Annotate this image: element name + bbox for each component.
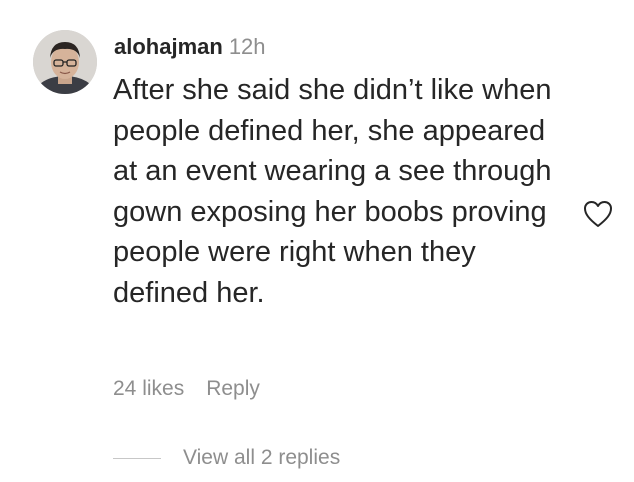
username[interactable]: alohajman	[114, 34, 223, 59]
avatar[interactable]	[33, 30, 97, 94]
comment-header: alohajman 12h	[114, 32, 266, 62]
likes-count[interactable]: 24 likes	[113, 377, 184, 400]
view-replies-button[interactable]: View all 2 replies	[183, 443, 340, 473]
comment-text: After she said she didn’t like when peop…	[113, 74, 552, 309]
reply-button[interactable]: Reply	[206, 377, 260, 400]
comment-meta: 24 likes Reply	[113, 374, 260, 404]
comment: alohajman 12h After she said she didn’t l…	[0, 0, 634, 482]
replies-divider	[113, 458, 161, 459]
heart-outline-icon[interactable]	[582, 199, 614, 229]
avatar-image	[33, 30, 97, 94]
timestamp: 12h	[228, 34, 266, 59]
